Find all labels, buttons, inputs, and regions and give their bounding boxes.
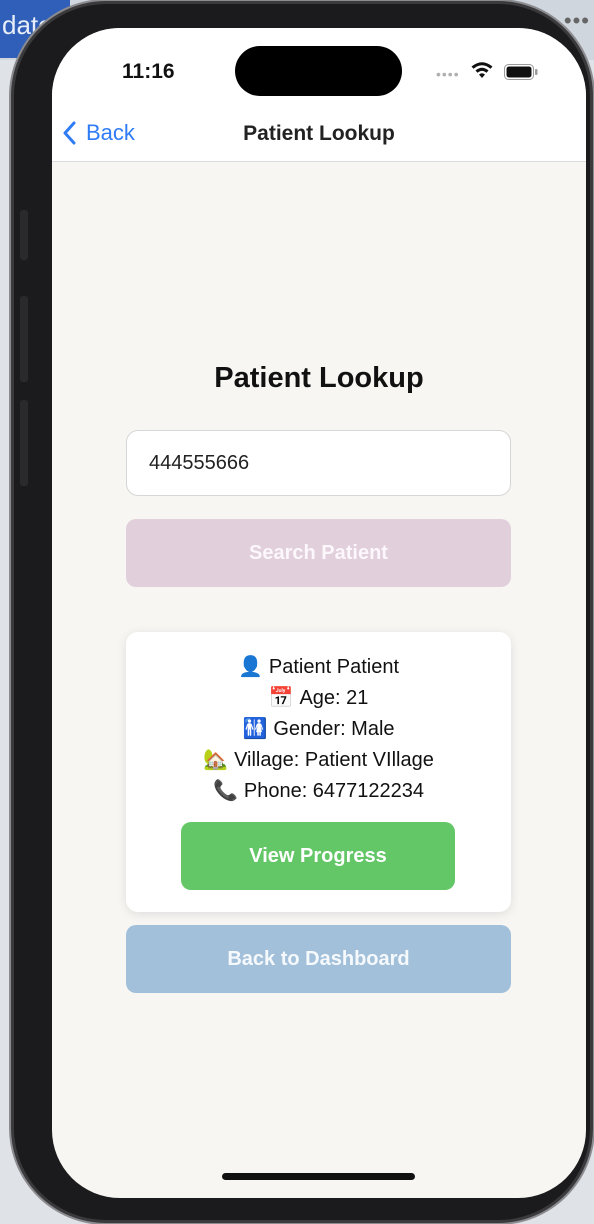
restroom-icon: 🚻 <box>242 718 268 740</box>
house-icon: 🏡 <box>203 749 229 771</box>
patient-village: Village: Patient VIllage <box>234 749 434 771</box>
patient-phone-row: 📞 Phone: 6477122234 <box>126 778 511 803</box>
patient-phone: Phone: 6477122234 <box>243 780 425 802</box>
wifi-icon <box>471 62 493 78</box>
status-bar: 11:16 •••• <box>52 28 586 118</box>
volume-down-button <box>20 400 28 486</box>
phone-screen: 11:16 •••• Back Patient Lookup Patient L… <box>52 28 586 1198</box>
patient-name: Patient Patient <box>268 656 399 678</box>
patient-age-row: 📅 Age: 21 <box>126 685 511 710</box>
dynamic-island <box>235 46 402 96</box>
status-time: 11:16 <box>122 60 175 83</box>
patient-id-input[interactable] <box>126 430 511 496</box>
cellular-signal-icon: •••• <box>436 66 460 82</box>
back-to-dashboard-button[interactable]: Back to Dashboard <box>126 925 511 993</box>
silent-switch <box>20 210 28 260</box>
patient-name-row: 👤 Patient Patient <box>126 654 511 679</box>
patient-card: 👤 Patient Patient 📅 Age: 21 🚻 Gender: Male … <box>126 632 511 912</box>
phone-icon: 📞 <box>212 780 238 802</box>
navigation-bar: Back Patient Lookup <box>52 108 586 162</box>
phone-frame: 11:16 •••• Back Patient Lookup Patient L… <box>14 4 590 1220</box>
patient-gender: Gender: Male <box>273 718 395 740</box>
search-patient-button[interactable]: Search Patient <box>126 519 511 587</box>
volume-up-button <box>20 296 28 382</box>
battery-icon <box>504 64 538 80</box>
patient-age: Age: 21 <box>299 687 369 709</box>
calendar-icon: 📅 <box>268 687 294 709</box>
patient-village-row: 🏡 Village: Patient VIllage <box>126 747 511 772</box>
home-indicator <box>222 1173 415 1180</box>
person-icon: 👤 <box>238 656 263 678</box>
view-progress-button[interactable]: View Progress <box>181 822 455 890</box>
nav-title: Patient Lookup <box>243 122 395 145</box>
page-title: Patient Lookup <box>214 362 424 394</box>
patient-gender-row: 🚻 Gender: Male <box>126 716 511 741</box>
